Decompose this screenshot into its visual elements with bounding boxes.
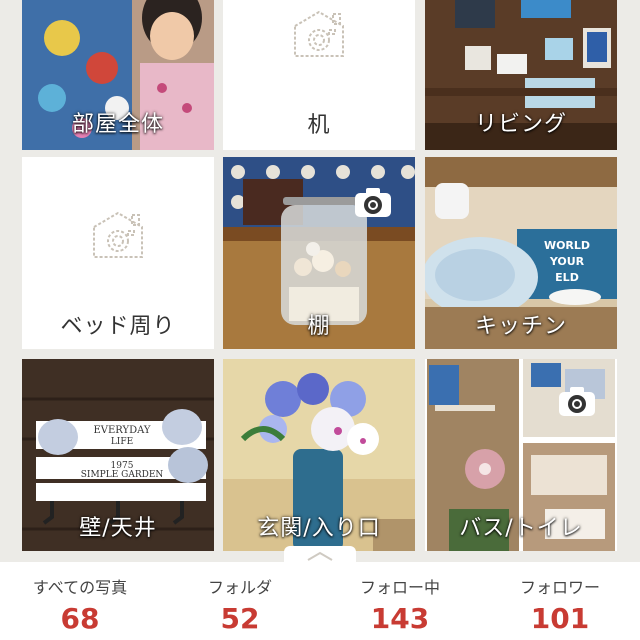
folder-label: 棚	[307, 314, 331, 339]
camera-icon[interactable]	[353, 185, 393, 219]
folder-tile[interactable]: WORLD YOUR ELD キッチン	[425, 157, 617, 349]
folder-label: 玄関/入り口	[257, 516, 381, 541]
stat-label: フォルダ	[207, 578, 272, 597]
stat-label: フォロー中	[359, 578, 440, 597]
profile-stats-bar: すべての写真 68 フォルダ 52 フォロー中 143 フォロワー 101	[0, 562, 640, 640]
folder-tile[interactable]: EVERYDAY LIFE 1975 SIMPLE GARDEN 壁/天井	[22, 359, 214, 551]
chevron-up-icon	[307, 551, 333, 561]
folder-tile[interactable]: 机	[223, 0, 415, 150]
folder-label: バス/トイレ	[459, 516, 583, 541]
stat-count: 101	[530, 602, 590, 635]
folder-label: ベッド周り	[60, 314, 176, 339]
stat-following[interactable]: フォロー中 143	[320, 562, 480, 640]
folder-tile[interactable]: バス/トイレ	[425, 359, 617, 551]
camera-house-icon	[294, 10, 344, 57]
folder-tile[interactable]: リビング	[425, 0, 617, 150]
folder-label: 壁/天井	[79, 516, 157, 541]
stat-all-photos[interactable]: すべての写真 68	[0, 562, 160, 640]
folder-label: 部屋全体	[71, 112, 164, 137]
stat-label: フォロワー	[519, 578, 600, 597]
sign-text: YOUR	[549, 255, 585, 268]
folder-tile[interactable]: 部屋全体	[22, 0, 214, 150]
folder-tile[interactable]: 玄関/入り口	[223, 359, 415, 551]
stat-label: すべての写真	[32, 578, 128, 597]
sign-text: SIMPLE GARDEN	[81, 470, 164, 480]
stat-count: 52	[220, 602, 260, 635]
stat-count: 68	[60, 602, 100, 635]
camera-icon[interactable]	[557, 384, 597, 418]
folder-label: キッチン	[474, 314, 567, 339]
stat-folders[interactable]: フォルダ 52	[160, 562, 320, 640]
stat-count: 143	[370, 602, 430, 635]
sign-text: WORLD	[544, 239, 590, 252]
folder-tile[interactable]: ベッド周り	[22, 157, 214, 349]
folder-label: 机	[307, 113, 331, 138]
folder-grid: 部屋全体 机 リビング ベッド周り 棚 WORLD YOUR ELD キッチン …	[0, 0, 640, 552]
camera-house-icon	[93, 211, 143, 258]
folder-tile[interactable]: 棚	[223, 157, 415, 349]
stat-followers[interactable]: フォロワー 101	[480, 562, 640, 640]
folder-label: リビング	[474, 112, 567, 137]
sign-text: LIFE	[111, 437, 133, 447]
sign-text: EVERYDAY	[93, 425, 150, 436]
sign-text: ELD	[555, 271, 579, 284]
